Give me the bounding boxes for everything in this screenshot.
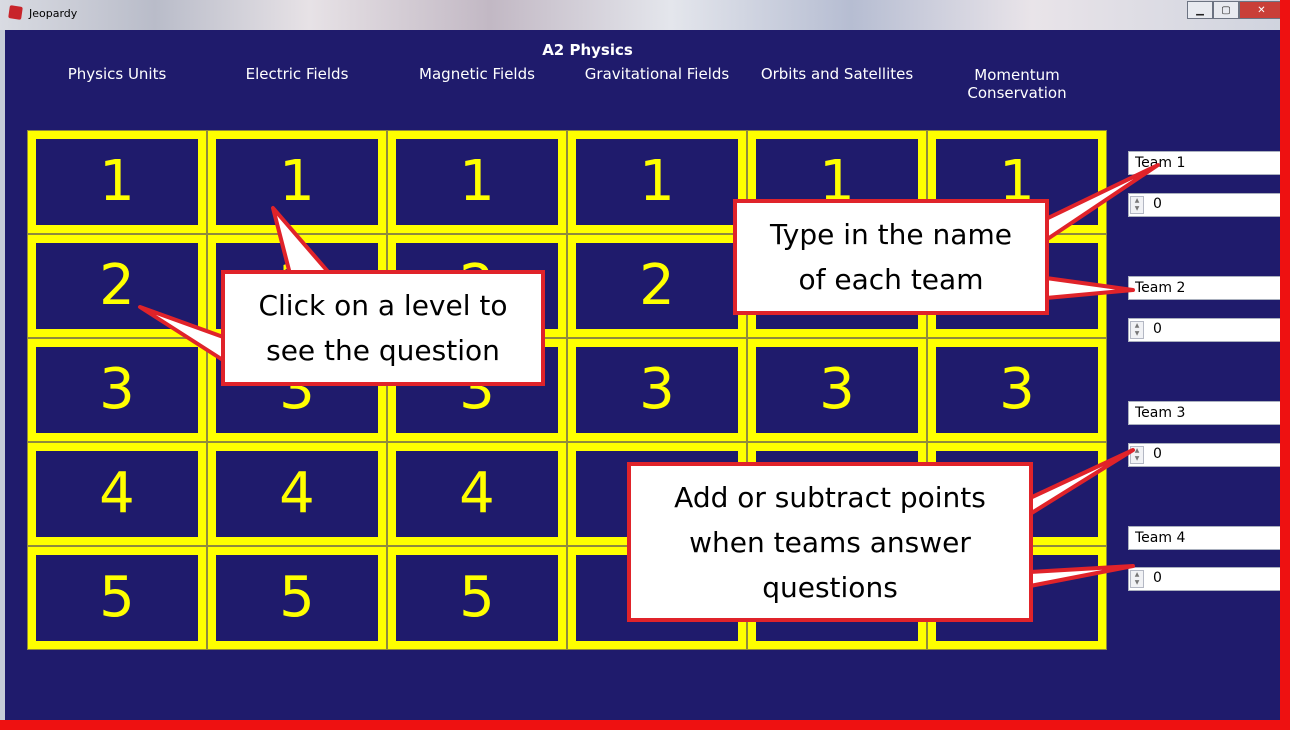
callout-pointer bbox=[1044, 163, 1160, 242]
callout-pointer bbox=[1028, 564, 1135, 588]
callout-points: Add or subtract points when teams answer… bbox=[627, 462, 1033, 622]
window-frame-right bbox=[1280, 0, 1290, 730]
callout-team-names: Type in the name of each team bbox=[733, 199, 1049, 315]
callout-pointer bbox=[1028, 448, 1135, 516]
callout-pointer bbox=[138, 305, 228, 364]
callout-pointer bbox=[271, 206, 332, 276]
window-frame-bottom bbox=[0, 720, 1290, 730]
callout-pointer bbox=[1044, 276, 1135, 300]
callout-click-level: Click on a level to see the question bbox=[221, 270, 545, 386]
